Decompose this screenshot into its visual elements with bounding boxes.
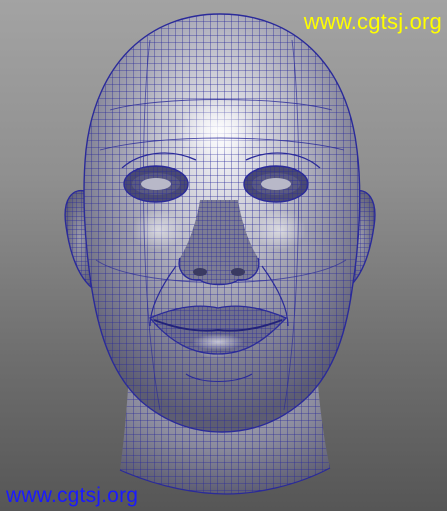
watermark-bottom-left: www.cgtsj.org bbox=[6, 484, 139, 507]
viewport[interactable]: www.cgtsj.org www.cgtsj.org bbox=[0, 0, 447, 511]
head-mesh-model[interactable] bbox=[0, 0, 447, 511]
right-eye-mesh bbox=[243, 165, 309, 203]
left-eye-mesh bbox=[123, 165, 189, 203]
watermark-top-right: www.cgtsj.org bbox=[303, 9, 442, 34]
